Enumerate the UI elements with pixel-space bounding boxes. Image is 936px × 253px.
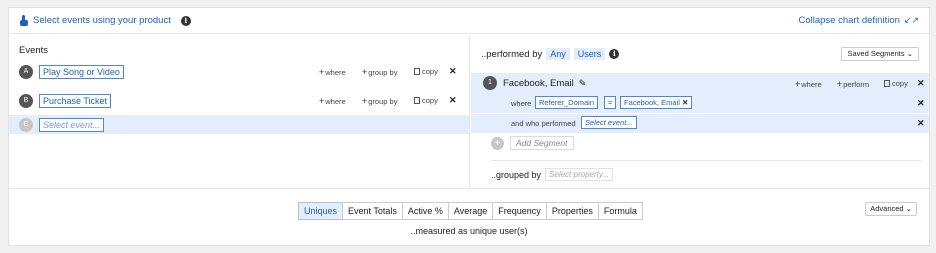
tab-active-percent[interactable]: Active % [401, 202, 449, 220]
event-row-a: A Play Song or Video +where +group by co… [9, 62, 469, 81]
remove-where-icon[interactable]: ✕ [917, 98, 925, 109]
event-letter-badge: C [19, 117, 33, 132]
chevron-down-icon: ⌄ [906, 49, 913, 58]
tab-average[interactable]: Average [447, 202, 494, 220]
event-letter-badge: A [19, 64, 33, 79]
event-letter-badge: B [19, 93, 33, 108]
copy-event-button[interactable]: copy [414, 67, 438, 76]
segment-where-row: where Referer_Domain = Facebook, Email ✕… [471, 93, 929, 113]
plus-icon: + [319, 95, 325, 106]
measure-section: Uniques Event Totals Active % Average Fr… [9, 188, 929, 246]
select-events-label: Select events using your product [33, 15, 171, 26]
operator-chip[interactable]: = [604, 96, 617, 109]
who-performed-label: and who performed [511, 119, 576, 128]
advanced-dropdown[interactable]: Advanced ⌄ [865, 202, 917, 216]
copy-icon [414, 97, 420, 104]
pencil-icon[interactable]: ✎ [579, 78, 587, 88]
info-icon[interactable]: i [180, 15, 191, 26]
tab-formula[interactable]: Formula [597, 202, 643, 220]
copy-event-button[interactable]: copy [414, 96, 438, 105]
select-property-input[interactable]: Select property... [545, 168, 613, 181]
definition-header: Select events using your product i Colla… [9, 8, 929, 34]
grouped-by-label: ..grouped by [491, 169, 542, 180]
info-icon[interactable]: i [609, 49, 620, 59]
divider [491, 160, 921, 161]
tab-uniques[interactable]: Uniques [298, 202, 344, 220]
add-segment-row[interactable]: + Add Segment [491, 136, 574, 150]
segment-add-where-button[interactable]: +where [795, 79, 822, 89]
measure-tabs: Uniques Event Totals Active % Average Fr… [298, 202, 643, 220]
tab-frequency[interactable]: Frequency [492, 202, 547, 220]
add-where-button[interactable]: +where [319, 67, 346, 77]
copy-icon [884, 80, 890, 87]
event-selector[interactable]: Play Song or Video [39, 64, 124, 79]
event-row-b: B Purchase Ticket +where +group by copy … [9, 91, 469, 110]
plus-icon: + [837, 79, 843, 89]
any-toggle[interactable]: Any [546, 48, 570, 60]
add-group-by-button[interactable]: +group by [362, 67, 397, 77]
plus-icon: + [362, 95, 368, 106]
segment-who-performed-row: and who performed Select event... ✕ [471, 114, 929, 133]
copy-icon [414, 68, 420, 75]
add-group-by-button[interactable]: +group by [362, 96, 397, 106]
chart-definition-panel: Select events using your product i Colla… [8, 7, 930, 246]
add-where-button[interactable]: +where [319, 96, 346, 106]
performed-by-panel: ..performed by Any Users i Saved Segment… [471, 35, 929, 187]
tab-properties[interactable]: Properties [545, 202, 599, 220]
remove-segment-icon[interactable]: ✕ [917, 78, 925, 89]
remove-value-icon[interactable]: ✕ [682, 98, 688, 107]
performed-by-header: ..performed by Any Users i [481, 48, 620, 60]
events-heading: Events [19, 45, 49, 56]
segment-row: 1 Facebook, Email ✎ +where +perform copy … [471, 73, 929, 93]
plus-icon: + [319, 66, 325, 77]
collapse-arrows-icon: ↙↗ [903, 15, 919, 25]
saved-segments-dropdown[interactable]: Saved Segments ⌄ [841, 47, 919, 61]
segment-number-badge: 1 [483, 76, 497, 90]
remove-who-performed-icon[interactable]: ✕ [917, 118, 925, 129]
property-chip[interactable]: Referer_Domain [535, 96, 599, 109]
tab-event-totals[interactable]: Event Totals [342, 202, 403, 220]
select-events-link[interactable]: Select events using your product i [19, 15, 191, 26]
select-event-chip[interactable]: Select event... [581, 116, 637, 129]
event-selector[interactable]: Purchase Ticket [39, 93, 112, 108]
event-row-c: C Select event... [9, 115, 469, 134]
segment-copy-button[interactable]: copy [884, 79, 908, 88]
measured-caption: ..measured as unique user(s) [410, 226, 528, 236]
value-chip[interactable]: Facebook, Email ✕ [620, 96, 693, 109]
pointer-hand-icon [19, 15, 29, 26]
remove-event-icon[interactable]: ✕ [449, 66, 457, 77]
chevron-down-icon: ⌄ [905, 204, 912, 213]
where-label: where [511, 99, 532, 108]
segment-name[interactable]: Facebook, Email ✎ [503, 78, 586, 89]
segment-add-perform-button[interactable]: +perform [837, 79, 869, 89]
add-segment-button[interactable]: Add Segment [510, 136, 574, 150]
performed-by-label: ..performed by [481, 48, 543, 60]
select-event-input[interactable]: Select event... [39, 117, 105, 132]
collapse-chart-definition-link[interactable]: Collapse chart definition ↙↗ [799, 15, 920, 26]
plus-icon: + [795, 79, 801, 89]
remove-event-icon[interactable]: ✕ [449, 95, 457, 106]
plus-icon: + [491, 136, 504, 150]
grouped-by-row: ..grouped by Select property... [491, 168, 613, 181]
users-toggle[interactable]: Users [573, 48, 606, 60]
events-panel: Events A Play Song or Video +where +grou… [9, 35, 470, 187]
collapse-label: Collapse chart definition [798, 15, 900, 26]
plus-icon: + [362, 66, 368, 77]
